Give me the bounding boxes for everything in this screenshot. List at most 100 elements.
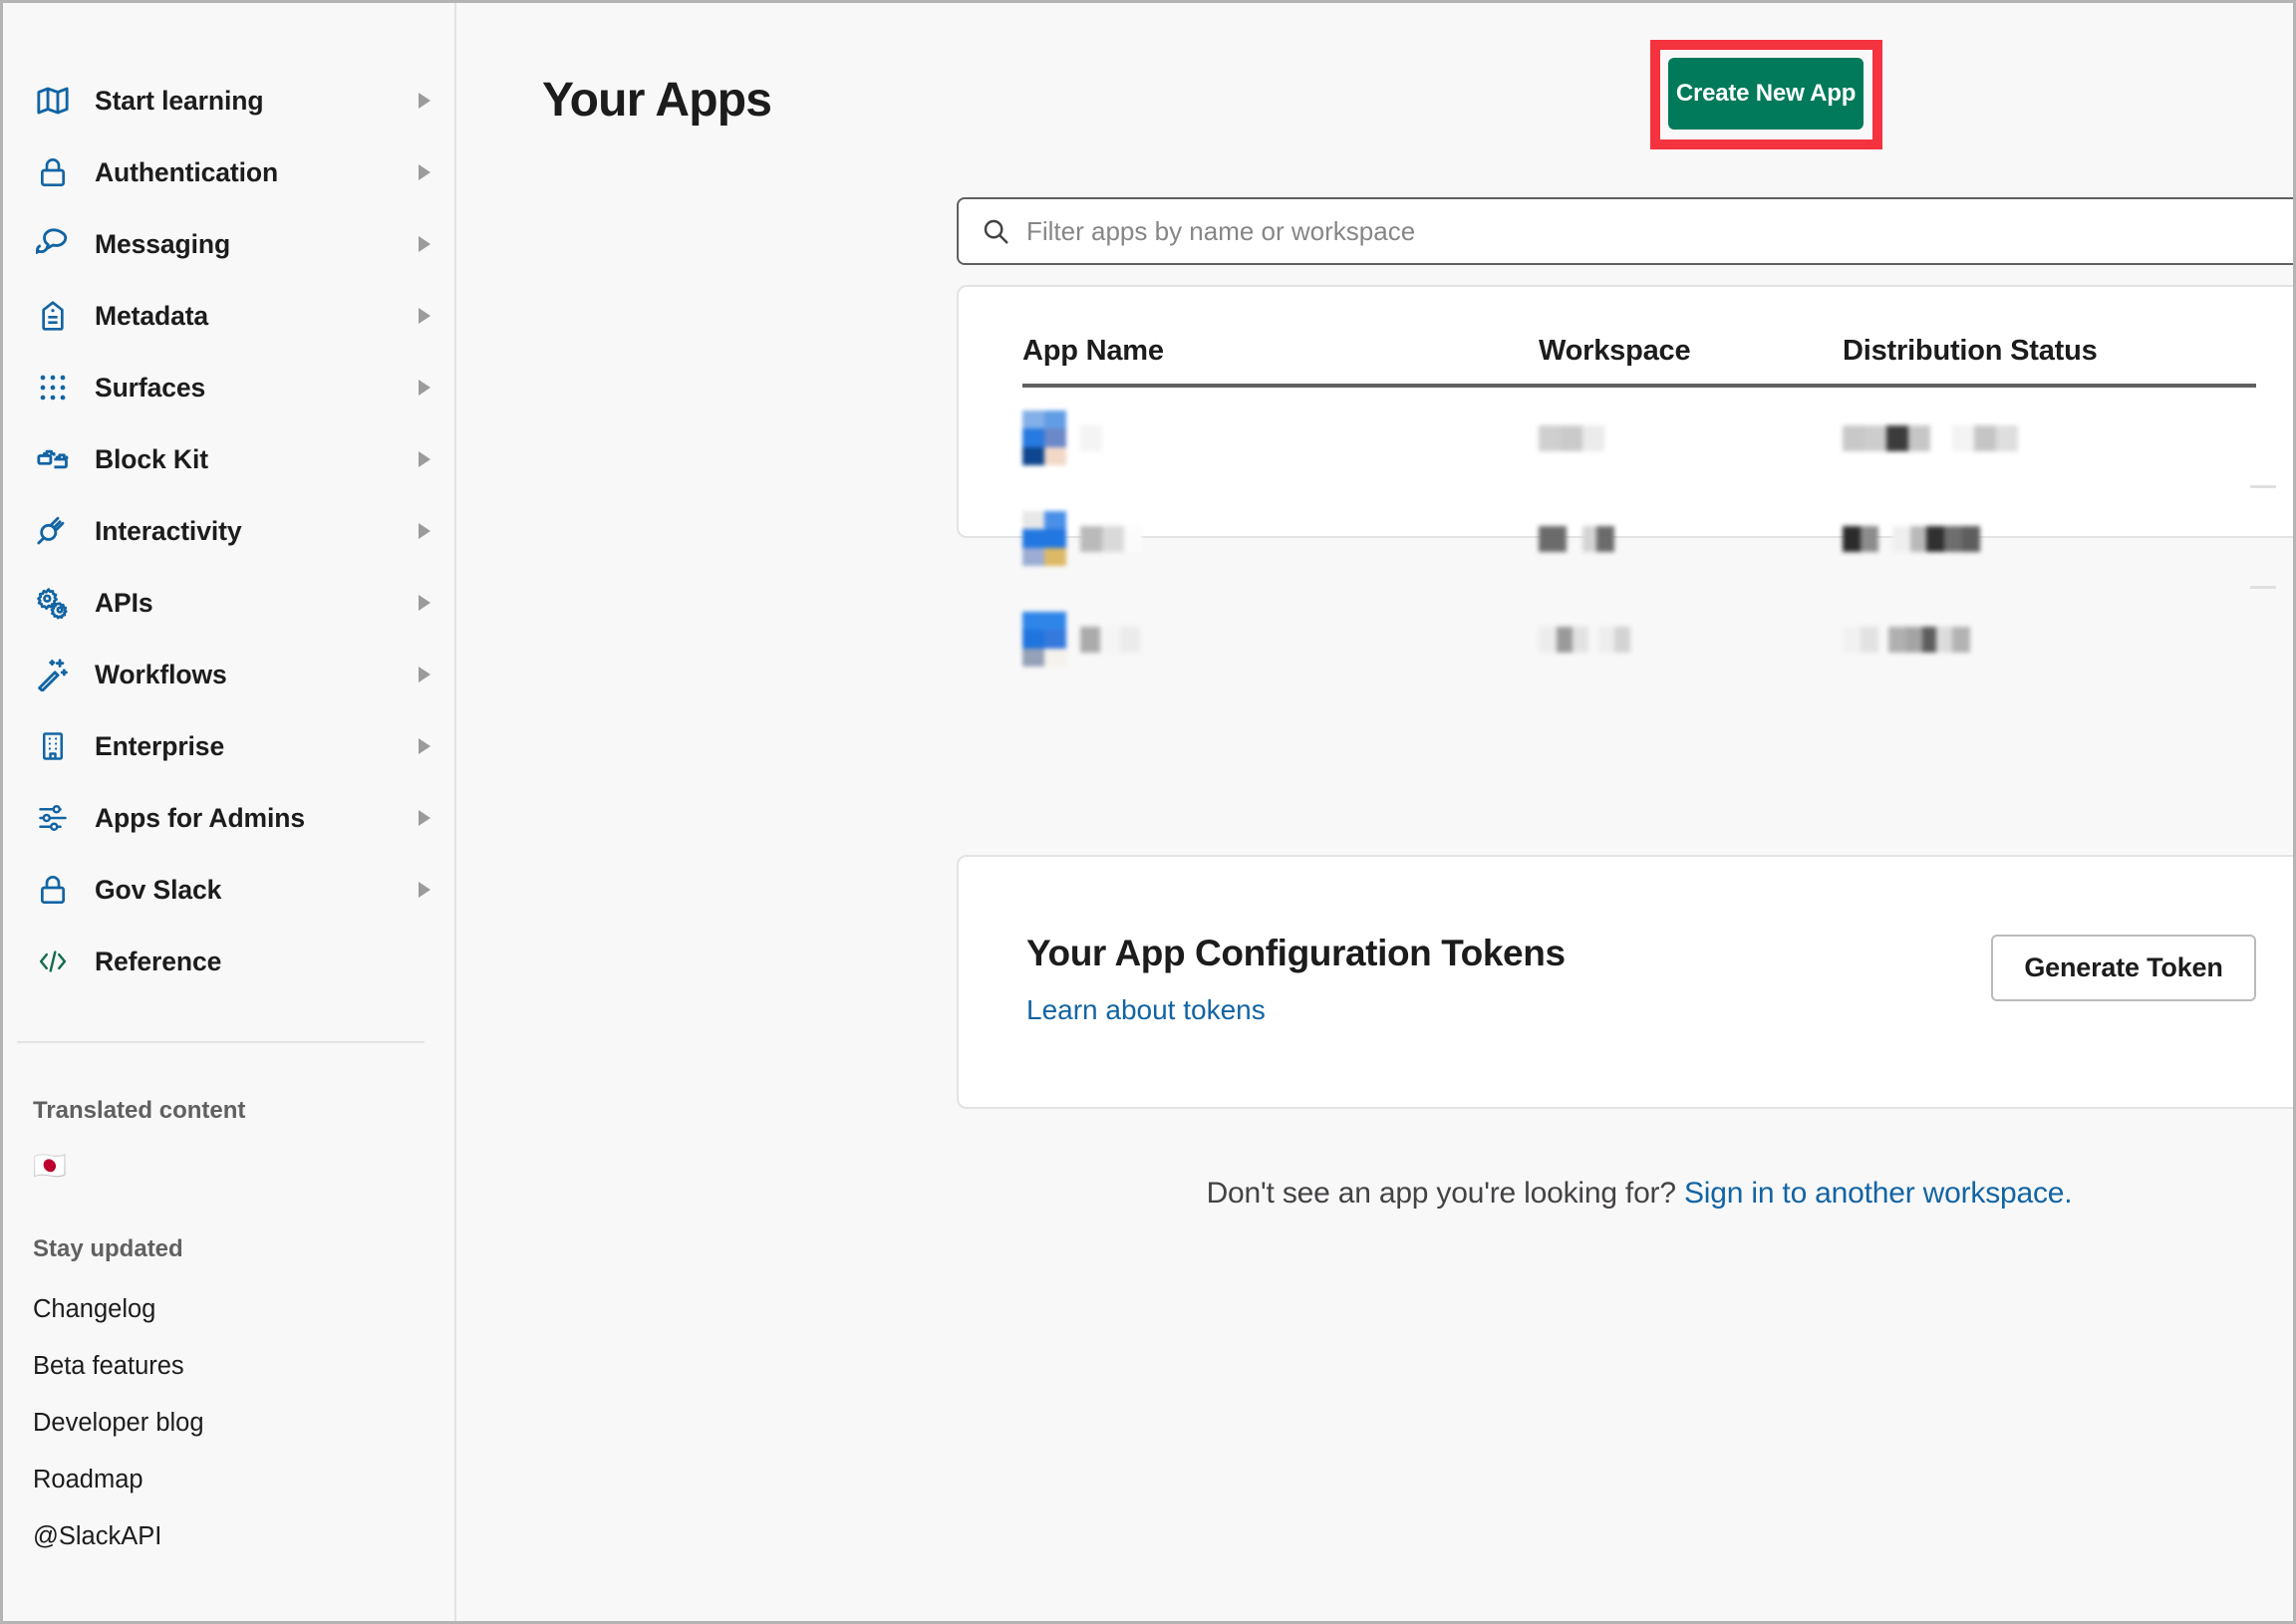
sidebar-item-label: Metadata (95, 300, 209, 331)
app-avatar (1022, 611, 1066, 668)
apps-table: App Name Workspace Distribution Status (1022, 335, 2276, 689)
sidebar-item-label: Apps for Admins (95, 802, 305, 833)
sidebar-link-developer-blog[interactable]: Developer blog (3, 1409, 454, 1438)
tag-icon (33, 296, 73, 336)
chevron-right-icon (419, 810, 430, 826)
plug-icon (33, 511, 73, 551)
sidebar-item-label: Messaging (95, 228, 231, 259)
workspace-cell (1539, 626, 1843, 653)
workspace-redacted (1539, 525, 1843, 552)
sidebar-item-label: Block Kit (95, 443, 208, 474)
sidebar-link-beta-features[interactable]: Beta features (3, 1352, 454, 1381)
sidebar-item-messaging[interactable]: Messaging (3, 208, 454, 280)
table-row[interactable] (1022, 589, 2256, 689)
app-name-cell[interactable] (1022, 611, 1539, 668)
sidebar-item-label: Gov Slack (95, 874, 222, 905)
sliders-icon (33, 798, 73, 838)
sidebar-divider (17, 1041, 425, 1043)
chevron-right-icon (419, 93, 430, 109)
japanese-flag-icon[interactable]: 🇯🇵 (3, 1153, 454, 1180)
chevron-right-icon (419, 380, 430, 396)
sidebar-item-authentication[interactable]: Authentication (3, 136, 454, 208)
column-header-workspace: Workspace (1539, 335, 1691, 367)
sidebar-item-label: Start learning (95, 85, 264, 116)
create-new-app-button[interactable]: Create New App (1668, 58, 1864, 130)
sidebar-item-reference[interactable]: Reference (3, 926, 454, 997)
chevron-right-icon (419, 738, 430, 754)
column-header-distribution-status: Distribution Status (1843, 335, 2098, 367)
sidebar-link-roadmap[interactable]: Roadmap (3, 1466, 454, 1494)
chevron-right-icon (419, 164, 430, 180)
distribution-status-cell (1843, 525, 2256, 552)
sidebar-item-label: APIs (95, 587, 153, 618)
code-icon (33, 942, 73, 981)
distribution-status-redacted (1843, 424, 2256, 451)
sidebar-item-apis[interactable]: APIs (3, 567, 454, 639)
header-row: Your Apps Create New App (542, 40, 1907, 152)
sidebar-item-label: Reference (95, 946, 222, 976)
table-row[interactable] (1022, 388, 2276, 488)
app-name-redacted (1080, 525, 1142, 552)
sidebar-item-workflows[interactable]: Workflows (3, 639, 454, 710)
sidebar-item-interactivity[interactable]: Interactivity (3, 495, 454, 567)
chevron-right-icon (419, 236, 430, 252)
distribution-status-redacted (1843, 626, 2256, 653)
chevron-right-icon (419, 451, 430, 467)
filter-apps-search-box[interactable] (957, 197, 2293, 265)
app-avatar (1022, 510, 1066, 567)
chevron-right-icon (419, 595, 430, 611)
lock-icon (33, 152, 73, 192)
grid-dots-icon (33, 368, 73, 407)
column-header-app-name: App Name (1022, 335, 1164, 367)
distribution-status-cell (1843, 626, 2256, 653)
sidebar-item-label: Interactivity (95, 515, 242, 546)
sidebar-item-block-kit[interactable]: Block Kit (3, 423, 454, 495)
app-name-redacted (1080, 626, 1140, 653)
stay-updated-heading: Stay updated (33, 1235, 183, 1262)
chat-icon (33, 224, 73, 264)
app-name-redacted (1080, 424, 1102, 451)
sidebar-item-label: Workflows (95, 659, 227, 689)
sidebar-item-start-learning[interactable]: Start learning (3, 65, 454, 136)
sidebar: Start learning Authentication Messaging (3, 3, 456, 1621)
chevron-right-icon (419, 308, 430, 324)
chevron-right-icon (419, 882, 430, 898)
sidebar-item-apps-for-admins[interactable]: Apps for Admins (3, 782, 454, 854)
page-title: Your Apps (542, 74, 772, 127)
footer-note-text: Don't see an app you're looking for? (1206, 1177, 1684, 1210)
tokens-card-title: Your App Configuration Tokens (1026, 933, 1566, 973)
map-icon (33, 81, 73, 121)
workspace-redacted (1539, 424, 1843, 451)
sidebar-item-metadata[interactable]: Metadata (3, 280, 454, 352)
table-row[interactable] (1022, 488, 2276, 589)
building-icon (33, 726, 73, 766)
distribution-status-cell (1843, 424, 2256, 451)
sidebar-item-label: Authentication (95, 156, 279, 187)
generate-token-button[interactable]: Generate Token (1991, 935, 2256, 1001)
lock-icon (33, 870, 73, 910)
sidebar-item-label: Surfaces (95, 372, 206, 403)
app-name-cell[interactable] (1022, 510, 1539, 567)
learn-about-tokens-link[interactable]: Learn about tokens (1026, 994, 1266, 1026)
sidebar-item-gov-slack[interactable]: Gov Slack (3, 854, 454, 926)
sidebar-link-changelog[interactable]: Changelog (3, 1295, 454, 1324)
sidebar-item-enterprise[interactable]: Enterprise (3, 710, 454, 782)
sidebar-item-label: Enterprise (95, 730, 225, 761)
workspace-cell (1539, 424, 1843, 451)
sign-in-another-workspace-link[interactable]: Sign in to another workspace. (1684, 1177, 2073, 1210)
table-header-row: App Name Workspace Distribution Status (1022, 335, 2256, 388)
app-configuration-tokens-card: Your App Configuration Tokens Learn abou… (957, 855, 2293, 1109)
workspace-redacted (1539, 626, 1843, 653)
app-avatar (1022, 409, 1066, 466)
app-name-cell[interactable] (1022, 409, 1539, 466)
magic-wand-icon (33, 655, 73, 694)
distribution-status-redacted (1843, 525, 2256, 552)
search-input[interactable] (1026, 199, 2293, 263)
sidebar-link-slackapi[interactable]: @SlackAPI (3, 1522, 454, 1551)
main-content: Your Apps Create New App App Name Worksp… (458, 3, 2293, 1621)
chevron-right-icon (419, 523, 430, 539)
translated-content-heading: Translated content (33, 1097, 246, 1124)
sidebar-item-surfaces[interactable]: Surfaces (3, 352, 454, 423)
chevron-right-icon (419, 667, 430, 682)
gears-icon (33, 583, 73, 623)
